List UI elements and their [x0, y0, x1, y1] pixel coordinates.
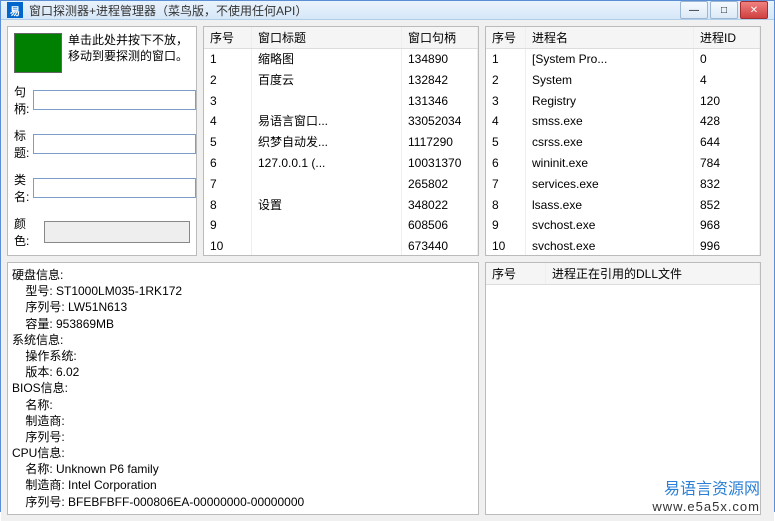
- class-label: 类名:: [14, 171, 29, 205]
- maximize-button[interactable]: □: [710, 1, 738, 19]
- list-item[interactable]: 9svchost.exe968: [486, 215, 760, 236]
- list-item[interactable]: 6wininit.exe784: [486, 153, 760, 174]
- window-title: 窗口探测器+进程管理器（菜鸟版，不使用任何API）: [29, 2, 680, 19]
- list-item[interactable]: 5织梦自动发...1117290: [204, 132, 478, 153]
- title-input[interactable]: [33, 134, 196, 154]
- list-item[interactable]: 2System4: [486, 70, 760, 91]
- class-input[interactable]: [33, 178, 196, 198]
- content-area: 单击此处并按下不放，移动到要探测的窗口。 句柄: 标题: 类名: 颜色: 序号 …: [1, 20, 774, 521]
- minimize-button[interactable]: —: [680, 1, 708, 19]
- list-item[interactable]: 10673440: [204, 236, 478, 255]
- list-item[interactable]: 4易语言窗口...33052034: [204, 111, 478, 132]
- list-item[interactable]: 7265802: [204, 174, 478, 195]
- close-button[interactable]: ✕: [740, 1, 768, 19]
- list-item[interactable]: 1[System Pro...0: [486, 49, 760, 70]
- processes-list[interactable]: 1[System Pro...02System43Registry1204sms…: [486, 49, 760, 255]
- finder-dragger[interactable]: [14, 33, 62, 73]
- handle-label: 句柄:: [14, 83, 29, 117]
- app-window: 易 窗口探测器+进程管理器（菜鸟版，不使用任何API） — □ ✕ 单击此处并按…: [0, 0, 775, 512]
- app-icon: 易: [7, 2, 23, 18]
- list-item[interactable]: 9608506: [204, 215, 478, 236]
- list-item[interactable]: 7services.exe832: [486, 174, 760, 195]
- sysinfo-panel: 硬盘信息: 型号: ST1000LM035-1RK172 序列号: LW51N6…: [7, 262, 479, 515]
- windows-list[interactable]: 1缩略图1348902百度云13284231313464易语言窗口...3305…: [204, 49, 478, 255]
- handle-input[interactable]: [33, 90, 196, 110]
- dll-panel: 序号 进程正在引用的DLL文件: [485, 262, 761, 515]
- processes-header: 序号 进程名 进程ID: [486, 27, 760, 49]
- color-box: [44, 221, 190, 243]
- list-item[interactable]: 3131346: [204, 91, 478, 112]
- color-label: 颜色:: [14, 215, 40, 249]
- list-item[interactable]: 10svchost.exe996: [486, 236, 760, 255]
- dll-header: 序号 进程正在引用的DLL文件: [486, 263, 760, 285]
- titlebar: 易 窗口探测器+进程管理器（菜鸟版，不使用任何API） — □ ✕: [1, 1, 774, 20]
- finder-hint: 单击此处并按下不放，移动到要探测的窗口。: [68, 33, 190, 73]
- list-item[interactable]: 4smss.exe428: [486, 111, 760, 132]
- inspector-panel: 单击此处并按下不放，移动到要探测的窗口。 句柄: 标题: 类名: 颜色:: [7, 26, 197, 256]
- list-item[interactable]: 8设置348022: [204, 195, 478, 216]
- list-item[interactable]: 3Registry120: [486, 91, 760, 112]
- watermark: 易语言资源网 www.e5a5x.com: [652, 480, 760, 515]
- processes-panel: 序号 进程名 进程ID 1[System Pro...02System43Reg…: [485, 26, 761, 256]
- title-label: 标题:: [14, 127, 29, 161]
- list-item[interactable]: 1缩略图134890: [204, 49, 478, 70]
- list-item[interactable]: 2百度云132842: [204, 70, 478, 91]
- list-item[interactable]: 6127.0.0.1 (...10031370: [204, 153, 478, 174]
- windows-header: 序号 窗口标题 窗口句柄: [204, 27, 478, 49]
- list-item[interactable]: 8lsass.exe852: [486, 195, 760, 216]
- windows-panel: 序号 窗口标题 窗口句柄 1缩略图1348902百度云1328423131346…: [203, 26, 479, 256]
- list-item[interactable]: 5csrss.exe644: [486, 132, 760, 153]
